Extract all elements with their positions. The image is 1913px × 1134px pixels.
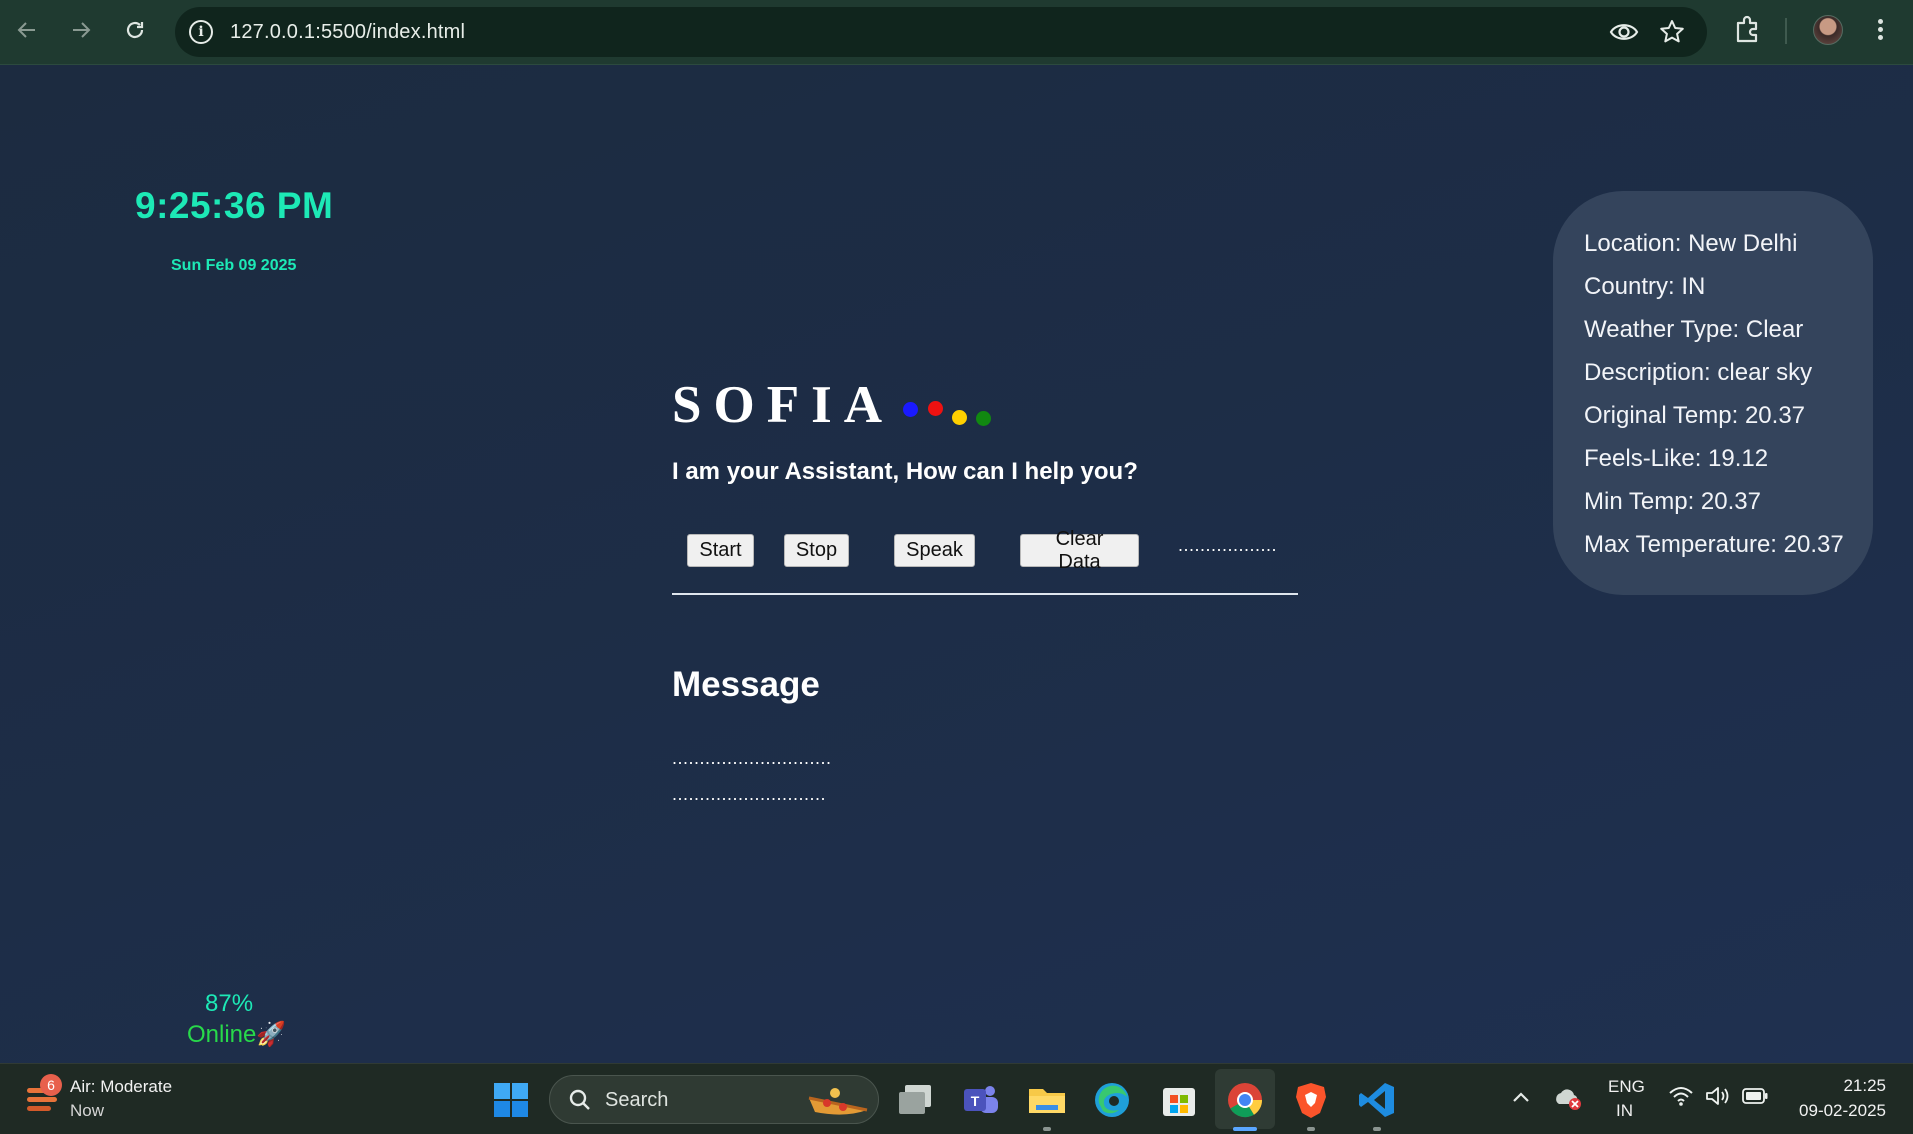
status-placeholder: ..................	[1178, 535, 1278, 555]
onedrive-error-icon[interactable]	[1553, 1084, 1583, 1112]
assistant-title: SOFIA	[672, 376, 894, 434]
digital-clock: 9:25:36 PM	[135, 185, 334, 226]
chevron-up-icon[interactable]	[1510, 1086, 1532, 1108]
online-status: Online🚀	[187, 1021, 287, 1048]
bookmark-star-icon[interactable]	[1658, 18, 1686, 46]
logo-dot-green	[976, 411, 991, 426]
chrome-icon[interactable]	[1224, 1079, 1266, 1121]
microsoft-store-icon[interactable]	[1158, 1079, 1200, 1121]
divider	[672, 593, 1298, 595]
windows-start-icon[interactable]	[493, 1082, 529, 1118]
toolbar-separator	[1785, 18, 1787, 44]
battery-icon[interactable]	[1741, 1086, 1769, 1106]
edge-browser-icon[interactable]	[1091, 1079, 1133, 1121]
search-placeholder: Search	[605, 1089, 669, 1111]
extensions-puzzle-icon[interactable]	[1733, 14, 1763, 44]
task-view-icon[interactable]	[895, 1079, 937, 1121]
taskbar-date[interactable]: 09-02-2025	[1799, 1101, 1886, 1121]
message-heading: Message	[672, 665, 820, 704]
svg-text:T: T	[971, 1093, 980, 1109]
weather-country: Country: IN	[1584, 273, 1706, 300]
speak-button[interactable]: Speak	[894, 534, 975, 567]
stop-button[interactable]: Stop	[784, 534, 849, 567]
weather-original-temp: Original Temp: 20.37	[1584, 402, 1806, 429]
pizza-doodle-icon	[808, 1088, 868, 1115]
file-explorer-icon[interactable]	[1026, 1079, 1068, 1121]
page-content: 9:25:36 PM Sun Feb 09 2025 Location: New…	[0, 65, 1913, 1063]
search-icon	[569, 1089, 590, 1110]
air-quality-subtitle[interactable]: Now	[70, 1101, 104, 1121]
battery-level: 87%	[205, 990, 254, 1017]
weather-feels-like: Feels-Like: 19.12	[1584, 445, 1769, 472]
logo-dot-blue	[903, 402, 918, 417]
weather-max-temp: Max Temperature: 20.37	[1584, 531, 1844, 558]
vscode-icon[interactable]	[1356, 1079, 1398, 1121]
profile-avatar[interactable]	[1813, 15, 1843, 45]
windows-taskbar: 6 Air: Moderate Now Search T ENG IN 21:2…	[0, 1063, 1913, 1134]
taskbar-time[interactable]: 21:25	[1843, 1076, 1886, 1096]
address-bar[interactable]: i 127.0.0.1:5500/index.html	[175, 7, 1707, 57]
back-icon[interactable]	[7, 10, 47, 50]
air-quality-title[interactable]: Air: Moderate	[70, 1077, 172, 1097]
weather-location: Location: New Delhi	[1584, 230, 1798, 257]
taskbar-search[interactable]: Search	[549, 1075, 879, 1124]
brave-browser-icon[interactable]	[1290, 1079, 1332, 1121]
vscode-running-indicator	[1373, 1127, 1381, 1131]
weather-description: Description: clear sky	[1584, 359, 1813, 386]
logo-dot-yellow	[952, 410, 967, 425]
forward-icon[interactable]	[61, 10, 101, 50]
message-line-1: .............................	[672, 748, 832, 768]
site-info-icon[interactable]: i	[189, 20, 213, 44]
menu-kebab-icon[interactable]	[1870, 16, 1890, 46]
teams-icon[interactable]: T	[960, 1079, 1002, 1121]
eye-icon[interactable]	[1609, 20, 1639, 44]
input-region[interactable]: IN	[1616, 1101, 1633, 1121]
reload-icon[interactable]	[115, 10, 155, 50]
browser-toolbar: i 127.0.0.1:5500/index.html	[0, 0, 1913, 65]
assistant-subtitle: I am your Assistant, How can I help you?	[672, 458, 1138, 485]
logo-dot-red	[928, 401, 943, 416]
weather-type: Weather Type: Clear	[1584, 316, 1804, 343]
address-url[interactable]: 127.0.0.1:5500/index.html	[230, 21, 465, 44]
wifi-icon[interactable]	[1668, 1084, 1694, 1108]
brave-running-indicator	[1307, 1127, 1315, 1131]
notification-badge: 6	[40, 1074, 62, 1096]
explorer-running-indicator	[1043, 1127, 1051, 1131]
clear-data-button[interactable]: Clear Data	[1020, 528, 1139, 573]
input-language[interactable]: ENG	[1608, 1077, 1645, 1097]
weather-min-temp: Min Temp: 20.37	[1584, 488, 1761, 515]
start-button[interactable]: Start	[687, 534, 754, 567]
volume-icon[interactable]	[1704, 1084, 1732, 1108]
clock-date: Sun Feb 09 2025	[171, 257, 297, 274]
weather-card: Location: New Delhi Country: IN Weather …	[1553, 191, 1873, 595]
chrome-running-indicator	[1233, 1127, 1257, 1131]
message-line-2: ............................	[672, 784, 827, 804]
